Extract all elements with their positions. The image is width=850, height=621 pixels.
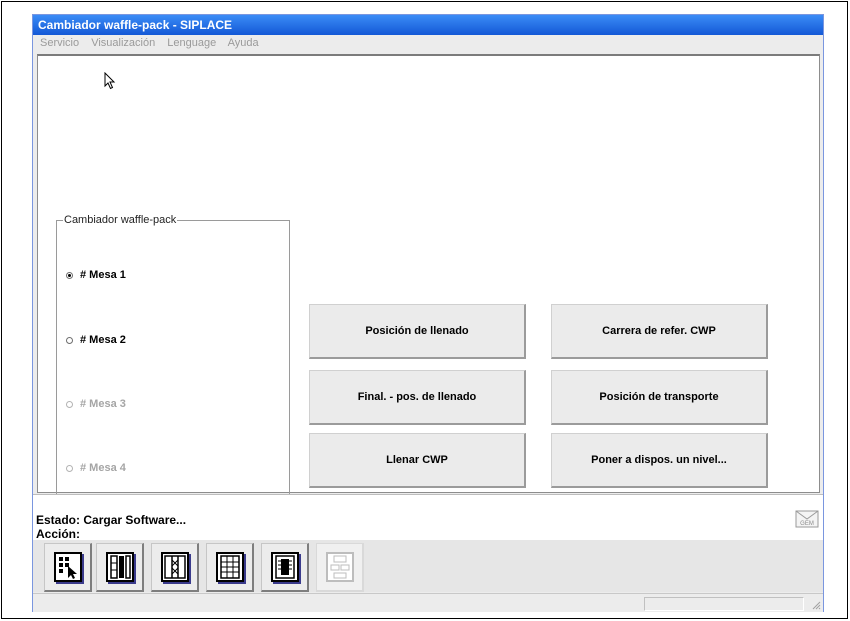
title-bar: Cambiador waffle-pack - SIPLACE	[33, 15, 823, 35]
main-panel: Cambiador waffle-pack # Mesa 1 # Mesa 2 …	[37, 54, 820, 510]
toolbar-button-select[interactable]	[44, 543, 92, 592]
menu-visualizacion[interactable]: Visualización	[91, 37, 155, 49]
action-row: Acción:	[36, 527, 80, 541]
state-label: Estado:	[36, 513, 81, 527]
screenshot-frame: Cambiador waffle-pack - SIPLACE Servicio…	[1, 1, 848, 619]
radio-mesa-4[interactable]: # Mesa 4	[66, 462, 126, 474]
menu-lenguage[interactable]: Lenguage	[167, 37, 216, 49]
tray-grid-icon	[215, 552, 244, 582]
radio-unselected-icon	[66, 336, 73, 344]
resize-grip-icon[interactable]	[811, 600, 821, 610]
cwp-reference-travel-button[interactable]: Carrera de refer. CWP	[551, 304, 768, 359]
toolbar-button-tree[interactable]	[316, 543, 364, 592]
fill-cwp-button[interactable]: Llenar CWP	[309, 433, 526, 488]
menu-servicio[interactable]: Servicio	[40, 37, 79, 49]
status-area: Estado: Cargar Software... Acción: GEM	[33, 494, 823, 541]
tray-tree-icon	[325, 552, 354, 582]
mail-icon-text: GEM	[800, 521, 814, 527]
pointer-grid-icon	[53, 552, 82, 582]
end-fill-position-button[interactable]: Final. - pos. de llenado	[309, 370, 526, 425]
provide-level-button[interactable]: Poner a dispos. un nivel...	[551, 433, 768, 488]
radio-label: # Mesa 2	[80, 334, 126, 346]
menu-ayuda[interactable]: Ayuda	[228, 37, 259, 49]
state-row: Estado: Cargar Software...	[36, 513, 186, 527]
status-bar	[33, 593, 823, 612]
group-label: Cambiador waffle-pack	[63, 214, 178, 226]
radio-selected-icon	[66, 271, 73, 279]
fill-position-button[interactable]: Posición de llenado	[309, 304, 526, 359]
menu-bar: Servicio Visualización Lenguage Ayuda	[33, 35, 823, 53]
radio-label: # Mesa 3	[80, 398, 126, 410]
toolbar-button-chip[interactable]	[261, 543, 309, 592]
tray-columns-icon	[105, 552, 134, 582]
radio-mesa-3[interactable]: # Mesa 3	[66, 398, 126, 410]
radio-mesa-1[interactable]: # Mesa 1	[66, 269, 126, 281]
app-window: Cambiador waffle-pack - SIPLACE Servicio…	[32, 14, 824, 612]
mail-icon[interactable]: GEM	[795, 507, 819, 529]
state-value: Cargar Software...	[83, 513, 187, 527]
transport-position-button[interactable]: Posición de transporte	[551, 370, 768, 425]
action-label: Acción:	[36, 527, 81, 541]
radio-label: # Mesa 1	[80, 269, 126, 281]
radio-unselected-icon	[66, 400, 73, 408]
radio-unselected-icon	[66, 464, 73, 472]
toolbar	[33, 540, 823, 592]
status-panel	[644, 597, 804, 611]
toolbar-button-crossed[interactable]	[151, 543, 199, 592]
tray-crossed-icon	[160, 552, 189, 582]
toolbar-button-columns[interactable]	[96, 543, 144, 592]
mouse-cursor-icon	[104, 72, 116, 90]
window-title: Cambiador waffle-pack - SIPLACE	[38, 18, 233, 32]
waffle-pack-group: Cambiador waffle-pack # Mesa 1 # Mesa 2 …	[56, 214, 290, 510]
tray-chip-icon	[270, 552, 299, 582]
radio-mesa-2[interactable]: # Mesa 2	[66, 334, 126, 346]
radio-label: # Mesa 4	[80, 462, 126, 474]
toolbar-button-grid[interactable]	[206, 543, 254, 592]
